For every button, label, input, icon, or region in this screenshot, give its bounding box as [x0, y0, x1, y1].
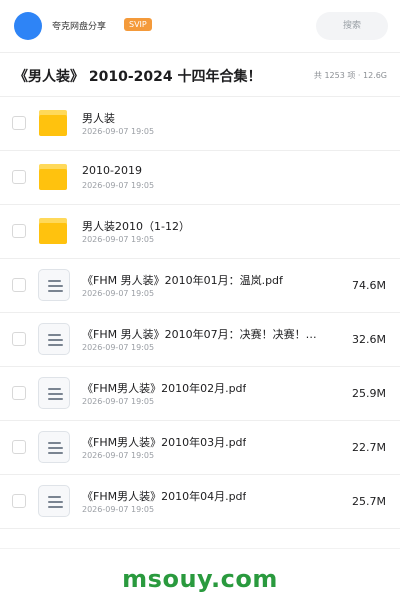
- list-item[interactable]: 男人装 2026-09-07 19:05: [0, 97, 400, 151]
- list-item[interactable]: 《FHM男人装》2010年04月.pdf 2026-09-07 19:05 25…: [0, 475, 400, 529]
- file-date: 2026-09-07 19:05: [82, 235, 155, 244]
- select-checkbox[interactable]: [12, 170, 26, 184]
- select-checkbox[interactable]: [12, 494, 26, 508]
- file-size: 25.7M: [352, 495, 386, 508]
- file-name: 《FHM男人装》2010年04月.pdf: [82, 490, 247, 503]
- file-date: 2026-09-07 19:05: [82, 289, 155, 298]
- file-name: 《FHM 男人装》2010年07月：决赛！决赛！！…: [82, 328, 326, 341]
- file-date: 2026-09-07 19:05: [82, 505, 155, 514]
- select-checkbox[interactable]: [12, 386, 26, 400]
- folder-icon: [38, 107, 70, 139]
- document-icon: [38, 485, 70, 517]
- file-name: 《FHM 男人装》2010年01月：温岚.pdf: [82, 274, 283, 287]
- footer: msouy.com: [0, 548, 400, 600]
- list-item[interactable]: 《FHM 男人装》2010年07月：决赛！决赛！！… 2026-09-07 19…: [0, 313, 400, 367]
- select-checkbox[interactable]: [12, 278, 26, 292]
- share-title-bar: 《男人装》 2010-2024 十四年合集！ 共 1253 项 · 12.6G: [0, 53, 400, 96]
- select-checkbox[interactable]: [12, 440, 26, 454]
- select-checkbox[interactable]: [12, 224, 26, 238]
- list-item[interactable]: 2010-2019 2026-09-07 19:05: [0, 151, 400, 205]
- select-checkbox[interactable]: [12, 116, 26, 130]
- document-icon: [38, 269, 70, 301]
- list-item[interactable]: 《FHM 男人装》2010年01月：温岚.pdf 2026-09-07 19:0…: [0, 259, 400, 313]
- search-input[interactable]: 搜索: [316, 12, 388, 40]
- folder-icon: [38, 215, 70, 247]
- svip-badge: SVIP: [124, 18, 152, 31]
- file-date: 2026-09-07 19:05: [82, 451, 155, 460]
- list-item[interactable]: 《FHM男人装》2010年03月.pdf 2026-09-07 19:05 22…: [0, 421, 400, 475]
- select-checkbox[interactable]: [12, 332, 26, 346]
- file-name: 男人装2010（1-12）: [82, 220, 190, 233]
- file-size: 25.9M: [352, 387, 386, 400]
- file-date: 2026-09-07 19:05: [82, 127, 155, 136]
- list-item[interactable]: 《FHM男人装》2010年02月.pdf 2026-09-07 19:05 25…: [0, 367, 400, 421]
- file-name: 《FHM男人装》2010年03月.pdf: [82, 436, 247, 449]
- folder-icon: [38, 161, 70, 193]
- file-name: 《FHM男人装》2010年02月.pdf: [82, 382, 247, 395]
- document-icon: [38, 431, 70, 463]
- avatar[interactable]: [14, 12, 42, 40]
- file-list: 男人装 2026-09-07 19:05 2010-2019 2026-09-0…: [0, 97, 400, 529]
- list-item[interactable]: 男人装2010（1-12） 2026-09-07 19:05: [0, 205, 400, 259]
- document-icon: [38, 377, 70, 409]
- file-date: 2026-09-07 19:05: [82, 397, 155, 406]
- file-date: 2026-09-07 19:05: [82, 343, 155, 352]
- file-name: 2010-2019: [82, 164, 142, 177]
- page-title: 《男人装》 2010-2024 十四年合集！: [14, 69, 262, 85]
- file-size: 22.7M: [352, 441, 386, 454]
- file-size: 74.6M: [352, 279, 386, 292]
- app-header: 夸克网盘分享 SVIP 搜索: [0, 0, 400, 50]
- watermark: msouy.com: [122, 565, 278, 593]
- username[interactable]: 夸克网盘分享: [52, 19, 106, 32]
- file-name: 男人装: [82, 112, 115, 125]
- file-size: 32.6M: [352, 333, 386, 346]
- share-meta: 共 1253 项 · 12.6G: [313, 71, 387, 80]
- file-date: 2026-09-07 19:05: [82, 181, 155, 190]
- document-icon: [38, 323, 70, 355]
